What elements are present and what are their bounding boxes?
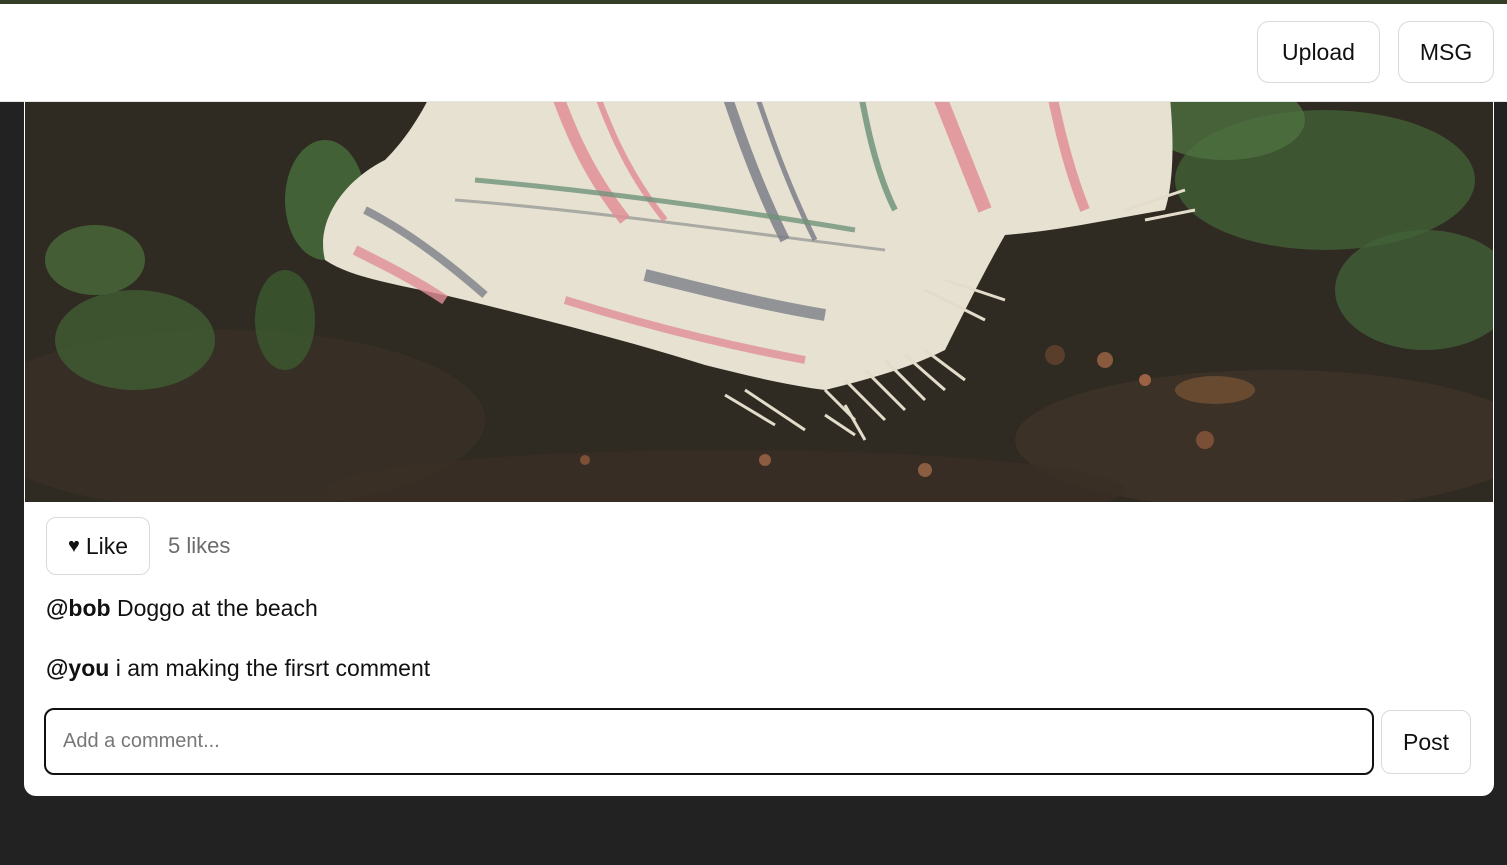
comment-item: @you i am making the firsrt comment: [46, 655, 430, 682]
post-card: ♥ Like 5 likes @bob Doggo at the beach @…: [24, 60, 1494, 796]
upload-button[interactable]: Upload: [1257, 21, 1380, 83]
comment-item: @bob Doggo at the beach: [46, 595, 318, 622]
comment-user: @bob: [46, 595, 111, 621]
heart-icon: ♥: [67, 534, 80, 557]
top-bar: Upload MSG: [0, 4, 1507, 102]
post-button[interactable]: Post: [1381, 710, 1471, 774]
like-label: Like: [85, 532, 129, 559]
msg-button[interactable]: MSG: [1398, 21, 1494, 83]
likes-count: 5 likes: [168, 533, 231, 558]
comment-text: i am making the firsrt comment: [115, 655, 431, 681]
comment-input[interactable]: [44, 708, 1374, 775]
like-row: ♥ Like 5 likes: [46, 517, 230, 575]
like-button[interactable]: ♥ Like: [46, 517, 150, 575]
comment-user: @you: [46, 655, 110, 681]
comment-text: Doggo at the beach: [116, 595, 318, 621]
post-photo: [25, 60, 1493, 502]
